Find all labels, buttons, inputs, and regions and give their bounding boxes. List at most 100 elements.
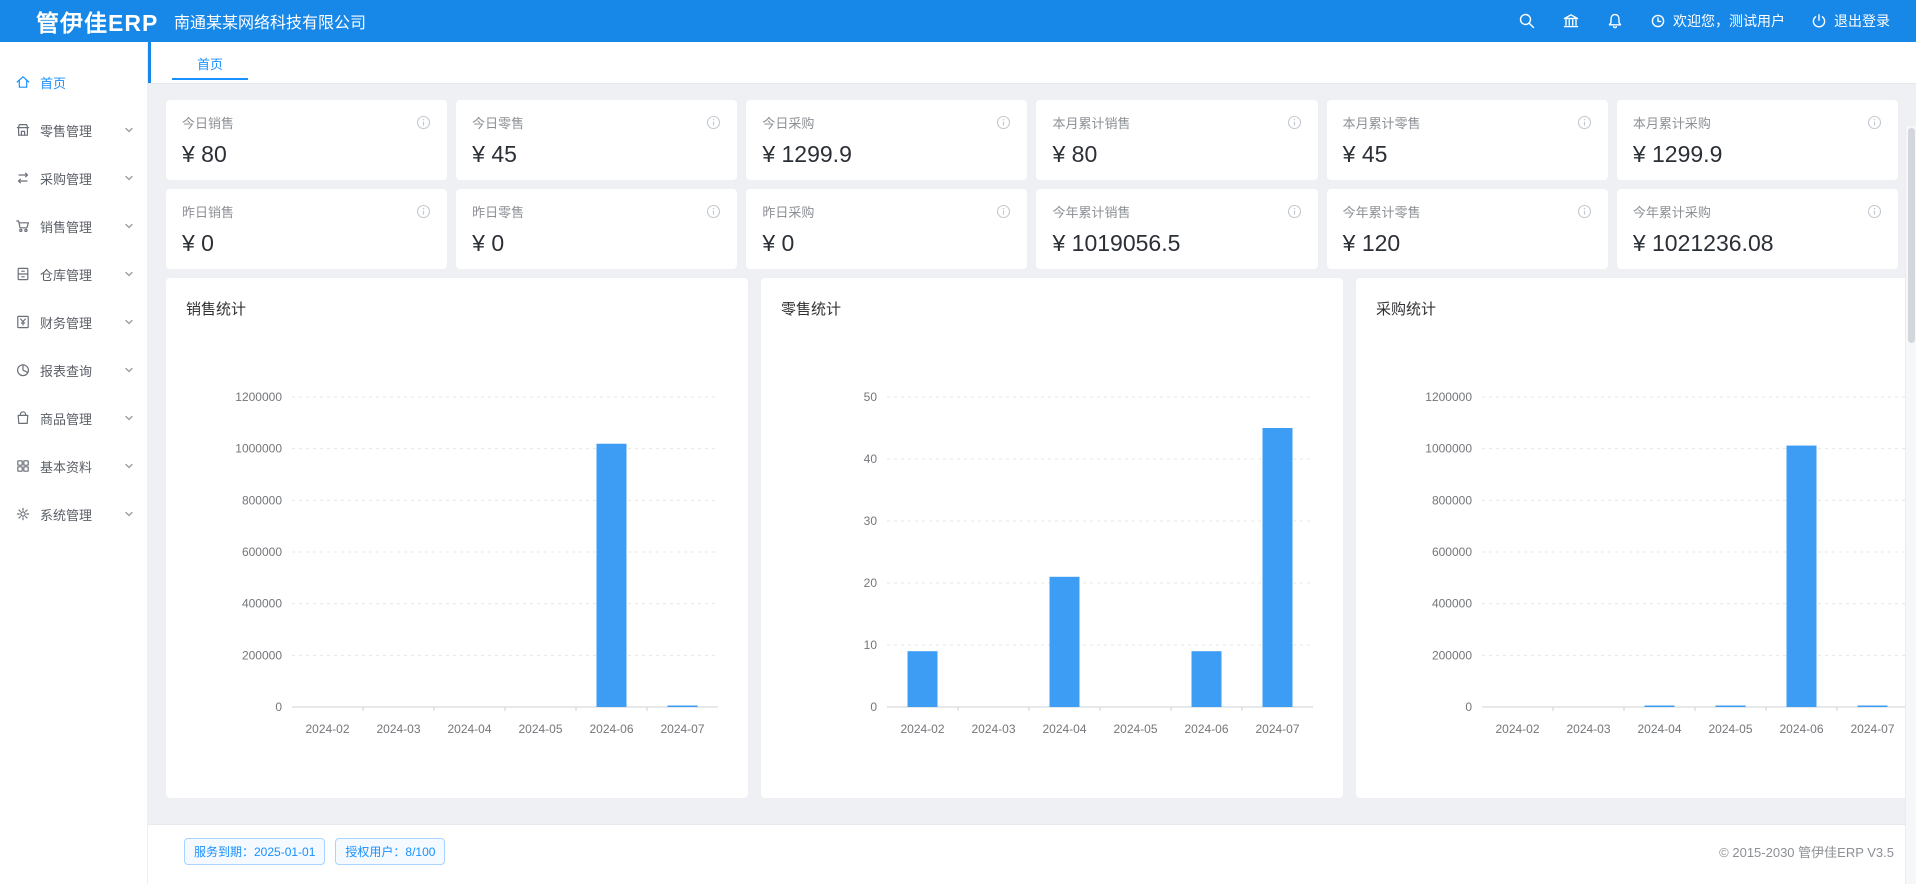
stat-card-year-sales: 今年累计销售 ¥ 1019056.5 — [1036, 189, 1317, 269]
sales-bar-chart: 0200000400000600000800000100000012000002… — [186, 319, 734, 766]
logout-text: 退出登录 — [1834, 11, 1890, 31]
svg-text:2024-05: 2024-05 — [1113, 722, 1157, 736]
company-name: 南通某某网络科技有限公司 — [174, 9, 366, 33]
tab-strip: 首页 — [148, 42, 1916, 84]
svg-text:1200000: 1200000 — [235, 390, 282, 404]
info-icon[interactable] — [1287, 115, 1302, 130]
chevron-down-icon — [123, 412, 135, 424]
retail-bar-chart: 010203040502024-022024-032024-042024-052… — [781, 319, 1329, 766]
svg-text:200000: 200000 — [1432, 648, 1472, 662]
stat-card-yesterday-sales: 昨日销售 ¥ 0 — [166, 189, 447, 269]
svg-text:800000: 800000 — [1432, 493, 1472, 507]
svg-text:30: 30 — [864, 514, 878, 528]
chevron-down-icon — [123, 268, 135, 280]
info-icon[interactable] — [1287, 204, 1302, 219]
scrollbar-thumb[interactable] — [1908, 128, 1915, 343]
chevron-down-icon — [123, 172, 135, 184]
svg-text:2024-03: 2024-03 — [376, 722, 420, 736]
svg-text:2024-03: 2024-03 — [1566, 722, 1610, 736]
shop-icon — [15, 122, 31, 138]
stat-card-month-retail: 本月累计零售 ¥ 45 — [1327, 100, 1608, 180]
footer-bar: 服务到期：2025-01-01 授权用户：8/100 © 2015-2030 管… — [148, 824, 1916, 884]
sidebar-item-basic-data[interactable]: 基本资料 — [0, 442, 147, 490]
chevron-down-icon — [123, 316, 135, 328]
sidebar-item-purchase[interactable]: 采购管理 — [0, 154, 147, 202]
info-icon[interactable] — [1577, 204, 1592, 219]
info-icon[interactable] — [706, 115, 721, 130]
copyright-text: © 2015-2030 管伊佳ERP V3.5 — [1719, 842, 1894, 861]
cart-icon — [15, 218, 31, 234]
svg-text:600000: 600000 — [1432, 545, 1472, 559]
chevron-down-icon — [123, 220, 135, 232]
retail-chart-card: 零售统计 010203040502024-022024-032024-04202… — [761, 278, 1343, 798]
chevron-down-icon — [123, 124, 135, 136]
purchase-bar-chart: 0200000400000600000800000100000012000002… — [1376, 319, 1916, 766]
svg-text:2024-02: 2024-02 — [305, 722, 349, 736]
svg-text:2024-06: 2024-06 — [1779, 722, 1823, 736]
svg-text:2024-07: 2024-07 — [1255, 722, 1299, 736]
svg-text:2024-02: 2024-02 — [900, 722, 944, 736]
stat-row-1: 今日销售 ¥ 80 今日零售 ¥ 45 今日采购 ¥ 1299.9 本月累计销售 — [166, 100, 1898, 180]
svg-text:1200000: 1200000 — [1425, 390, 1472, 404]
info-icon[interactable] — [996, 115, 1011, 130]
sidebar-item-warehouse[interactable]: 仓库管理 — [0, 250, 147, 298]
sidebar-item-retail[interactable]: 零售管理 — [0, 106, 147, 154]
sidebar-nav: 首页 零售管理 采购管理 销售管理 仓库管理 财务管理 — [0, 42, 148, 884]
svg-text:10: 10 — [864, 638, 878, 652]
charts-row: 销售统计 0 200000 400000 600000 800000 1000000 120… — [166, 278, 1898, 798]
chart-title: 销售统计 — [186, 298, 734, 319]
svg-text:2024-06: 2024-06 — [1184, 722, 1228, 736]
svg-text:2024-04: 2024-04 — [1042, 722, 1086, 736]
svg-text:2024-04: 2024-04 — [447, 722, 491, 736]
chart-title: 采购统计 — [1376, 298, 1916, 319]
sidebar-item-reports[interactable]: 报表查询 — [0, 346, 147, 394]
stat-card-year-retail: 今年累计零售 ¥ 120 — [1327, 189, 1608, 269]
tab-home[interactable]: 首页 — [172, 42, 248, 84]
info-icon[interactable] — [1867, 115, 1882, 130]
svg-text:400000: 400000 — [242, 597, 282, 611]
svg-text:200000: 200000 — [242, 648, 282, 662]
sidebar-item-home[interactable]: 首页 — [0, 58, 147, 106]
sidebar-item-system[interactable]: 系统管理 — [0, 490, 147, 538]
power-icon — [1811, 13, 1827, 29]
info-icon[interactable] — [416, 204, 431, 219]
info-icon[interactable] — [1577, 115, 1592, 130]
svg-text:2024-05: 2024-05 — [518, 722, 562, 736]
sidebar-item-finance[interactable]: 财务管理 — [0, 298, 147, 346]
chart-title: 零售统计 — [781, 298, 1329, 319]
svg-text:20: 20 — [864, 576, 878, 590]
sales-chart-card: 销售统计 02000004000006000008000001000000120… — [166, 278, 748, 798]
pie-chart-icon — [15, 362, 31, 378]
svg-text:800000: 800000 — [242, 493, 282, 507]
svg-text:2024-04: 2024-04 — [1637, 722, 1681, 736]
svg-text:2024-07: 2024-07 — [660, 722, 704, 736]
sidebar-item-sales[interactable]: 销售管理 — [0, 202, 147, 250]
search-icon[interactable] — [1518, 12, 1536, 30]
bell-icon[interactable] — [1606, 12, 1624, 30]
chevron-down-icon — [123, 364, 135, 376]
svg-text:2024-03: 2024-03 — [971, 722, 1015, 736]
svg-text:0: 0 — [275, 700, 282, 714]
stat-card-month-purchase: 本月累计采购 ¥ 1299.9 — [1617, 100, 1898, 180]
bag-icon — [15, 410, 31, 426]
stat-card-today-retail: 今日零售 ¥ 45 — [456, 100, 737, 180]
logout-button[interactable]: 退出登录 — [1811, 11, 1890, 31]
chevron-down-icon — [123, 460, 135, 472]
user-welcome[interactable]: 欢迎您，测试用户 — [1650, 11, 1785, 31]
svg-text:1000000: 1000000 — [1425, 442, 1472, 456]
chevron-down-icon — [123, 508, 135, 520]
info-icon[interactable] — [706, 204, 721, 219]
info-icon[interactable] — [1867, 204, 1882, 219]
svg-text:2024-02: 2024-02 — [1495, 722, 1539, 736]
scrollbar[interactable] — [1905, 126, 1916, 884]
gear-icon — [15, 506, 31, 522]
bank-icon[interactable] — [1562, 12, 1580, 30]
info-icon[interactable] — [416, 115, 431, 130]
licensed-users-badge: 授权用户：8/100 — [335, 838, 445, 865]
info-icon[interactable] — [996, 204, 1011, 219]
svg-text:2024-05: 2024-05 — [1708, 722, 1752, 736]
svg-text:50: 50 — [864, 390, 878, 404]
svg-text:40: 40 — [864, 452, 878, 466]
cabinet-icon — [15, 266, 31, 282]
sidebar-item-goods[interactable]: 商品管理 — [0, 394, 147, 442]
